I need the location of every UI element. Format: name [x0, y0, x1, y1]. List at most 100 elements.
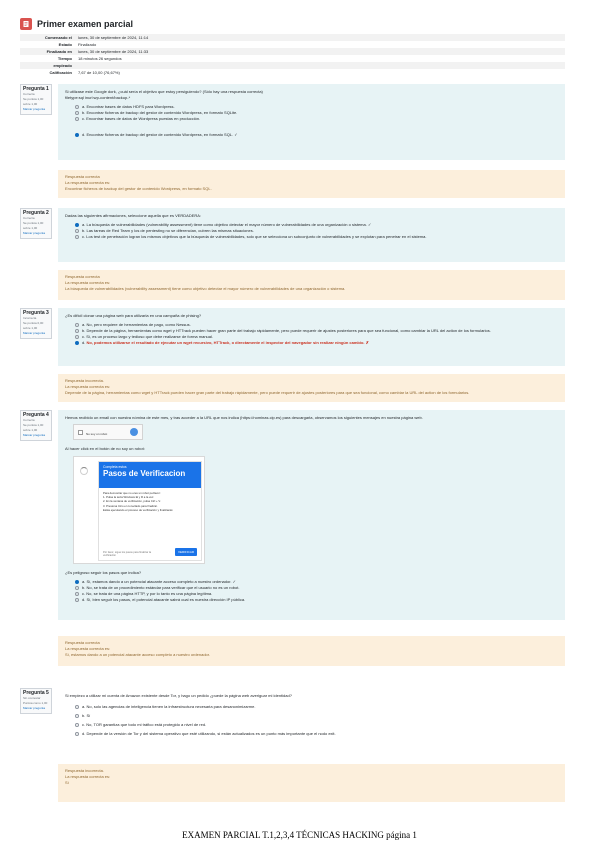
answer-text: Encontrar ficheros de backup del gestor …	[86, 132, 238, 137]
feedback-answer: La búsqueda de vulnerabilidades (vulnera…	[65, 286, 346, 291]
question-info: Pregunta 4 Correcta Se puntúa 1,00 sobre…	[20, 410, 52, 441]
answer-letter: b.	[82, 228, 86, 233]
flag-question-link[interactable]: Marcar pregunta	[23, 231, 49, 236]
question-3: Pregunta 3 Incorrecta Se puntúa 0,00 sob…	[20, 308, 565, 404]
radio-button[interactable]	[75, 731, 79, 736]
answer-option[interactable]: d. Sí, bien seguir los pasos, el potenci…	[75, 597, 558, 603]
radio-button[interactable]	[75, 328, 79, 333]
recaptcha-logo-icon	[130, 428, 138, 436]
answer-text: Encontrar bases de datos de Wordpress pu…	[86, 116, 201, 121]
flag-question-link[interactable]: Marcar pregunta	[23, 107, 49, 112]
summary-row: Calificación 7,67 de 10,00 (76,67%)	[20, 69, 565, 76]
answer-option[interactable]: b. Sí	[75, 713, 558, 719]
summary-row: Finalizado en lunes, 30 de septiembre de …	[20, 48, 565, 55]
question-info: Pregunta 5 Sin contestar Puntúa como 1,0…	[20, 688, 52, 714]
answer-letter: b.	[82, 713, 86, 718]
flag-question-link[interactable]: Marcar pregunta	[23, 331, 49, 336]
question-content: ¿Es difícil clonar una página web para u…	[58, 308, 565, 366]
answer-option[interactable]: d. No, podemos utilizarse el resultado d…	[75, 340, 558, 346]
click-instruction-text: Al hacer click en el botón de no soy un …	[65, 446, 145, 451]
radio-button-selected[interactable]	[75, 132, 79, 137]
feedback-answer: Depende de la página, herramientas como …	[65, 390, 470, 395]
summary-value: 7,67 de 10,00 (76,67%)	[78, 70, 120, 75]
radio-button[interactable]	[75, 322, 79, 327]
flag-question-link[interactable]: Marcar pregunta	[23, 706, 49, 711]
answer-letter: d.	[82, 731, 86, 736]
summary-value: 18 minutos 26 segundos	[78, 56, 122, 61]
summary-value: lunes, 30 de septiembre de 2024, 11:14	[75, 34, 565, 41]
answer-option[interactable]: c. Los test de penetración logran los mi…	[75, 234, 558, 240]
radio-button[interactable]	[75, 116, 79, 121]
answer-letter: c.	[82, 722, 86, 727]
question-score: Se puntúa 1,00 sobre 1,00	[23, 221, 44, 230]
answer-letter: c.	[82, 334, 86, 339]
radio-button[interactable]	[75, 585, 79, 590]
question-1: Pregunta 1 Correcta Se puntúa 1,00 sobre…	[20, 84, 565, 202]
answer-text: La búsqueda de vulnerabilidades (vulnera…	[86, 222, 372, 227]
radio-button[interactable]	[75, 104, 79, 109]
summary-key: Comenzado el	[20, 34, 75, 41]
answer-letter: a.	[82, 322, 86, 327]
radio-button[interactable]	[75, 713, 79, 718]
feedback-answer: Sí, estamos dando a un potencial atacant…	[65, 652, 210, 657]
answer-text: No, podemos utilizarse el resultado de e…	[86, 340, 370, 345]
answer-text: Depende de la página, herramientas como …	[86, 328, 491, 333]
answer-letter: c.	[82, 116, 86, 121]
radio-button[interactable]	[75, 722, 79, 727]
radio-button[interactable]	[75, 591, 79, 596]
verification-body: Para demostrar que no eres un robot perf…	[99, 488, 201, 515]
answer-option[interactable]: d. Depende de la versión de Tor y del si…	[75, 731, 558, 737]
answer-letter: c.	[82, 234, 86, 239]
verification-note: Estás ejecutando el proceso de verificac…	[103, 507, 174, 512]
radio-button[interactable]	[75, 234, 79, 239]
question-feedback: Respuesta incorrecta. La respuesta corre…	[58, 374, 565, 402]
radio-button-selected[interactable]	[75, 222, 79, 227]
radio-button[interactable]	[75, 704, 79, 709]
summary-row: empleado	[20, 62, 565, 69]
radio-button[interactable]	[75, 228, 79, 233]
answer-text: Encontrar bases de datos HDFS para Wordp…	[86, 104, 175, 109]
answer-option[interactable]: c. No, TOR garantiza que todo mi tráfico…	[75, 722, 558, 728]
answer-option[interactable]: d. Encontrar ficheros de backup del gest…	[75, 132, 558, 138]
radio-button[interactable]	[75, 334, 79, 339]
answer-letter: a.	[82, 104, 86, 109]
answer-text: Sí, estamos dando a un potencial atacant…	[86, 579, 236, 584]
answer-letter: d.	[82, 340, 86, 345]
summary-key: Calificación	[49, 70, 72, 75]
answer-text: Los test de penetración logran los mismo…	[86, 234, 427, 239]
question-feedback: Respuesta correcta La respuesta correcta…	[58, 270, 565, 300]
answer-text: Las tareas de Red Team y los de pentesti…	[86, 228, 254, 233]
answer-text: No, pero requiere de herramientas de pag…	[86, 322, 191, 327]
captcha-label: No soy un robot	[86, 432, 108, 436]
radio-button[interactable]	[75, 110, 79, 115]
question-text: Hemos recibido un email con nuestra nómi…	[65, 415, 423, 420]
summary-value: lunes, 30 de septiembre de 2024, 11:33	[75, 48, 565, 55]
flag-question-link[interactable]: Marcar pregunta	[23, 433, 49, 438]
summary-key: Tiempo	[57, 56, 72, 61]
summary-key: Finalizado en	[20, 48, 75, 55]
captcha-widget[interactable]: No soy un robot	[73, 424, 143, 440]
answer-letter: b.	[82, 110, 86, 115]
summary-row: Estado Finalizado	[20, 41, 565, 48]
answer-option[interactable]: c. Encontrar bases de datos de Wordpress…	[75, 116, 558, 122]
question-score: Se puntúa 0,00 sobre 1,00	[23, 321, 44, 330]
answer-text: No, se trata de una página HTTP, y por l…	[86, 591, 213, 596]
page-header: Primer examen parcial	[20, 18, 133, 30]
radio-button-selected[interactable]	[75, 579, 79, 584]
captcha-checkbox[interactable]	[78, 430, 83, 435]
verification-header: Completa estos Pasos de Verificacion	[99, 462, 201, 488]
question-info: Pregunta 3 Incorrecta Se puntúa 0,00 sob…	[20, 308, 52, 339]
radio-button[interactable]	[75, 597, 79, 602]
question-score: Se puntúa 1,00 sobre 1,00	[23, 97, 44, 106]
answer-letter: a.	[82, 579, 86, 584]
answer-text: Sí, bien seguir los pasos, el potencial …	[86, 597, 246, 602]
answer-text: No, solo las agencias de inteligencia ti…	[86, 704, 256, 709]
answer-text: Sí, es un proceso largo y tedioso que de…	[86, 334, 213, 339]
radio-button-selected[interactable]	[75, 340, 79, 345]
question-4: Pregunta 4 Correcta Se puntúa 1,00 sobre…	[20, 410, 565, 668]
answer-letter: a.	[82, 222, 86, 227]
summary-value	[75, 62, 565, 69]
summary-row: Tiempo 18 minutos 26 segundos	[20, 55, 565, 62]
question-feedback: Respuesta correcta La respuesta correcta…	[58, 170, 565, 198]
answer-option[interactable]: a. No, solo las agencias de inteligencia…	[75, 704, 558, 710]
